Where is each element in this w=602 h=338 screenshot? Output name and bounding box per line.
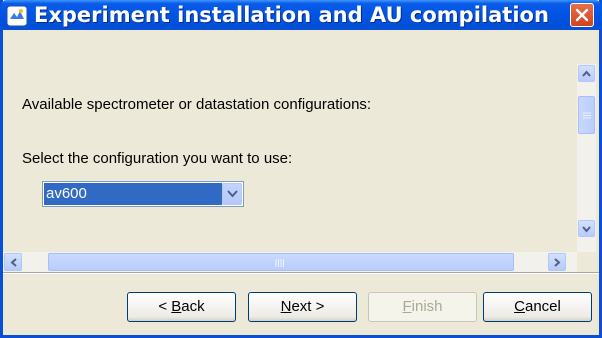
scroll-right-button[interactable]	[548, 253, 566, 271]
finish-button[interactable]: Finish	[368, 292, 477, 322]
back-button-rest: ack	[181, 298, 205, 315]
horizontal-scrollbar[interactable]	[3, 252, 577, 272]
cancel-button[interactable]: Cancel	[483, 292, 592, 322]
scrollbar-corner	[577, 252, 596, 272]
arrow-up-icon	[582, 70, 591, 77]
grip-icon	[583, 112, 591, 119]
next-button-rest: ext >	[291, 298, 325, 315]
window-title: Experiment installation and AU compilati…	[34, 3, 549, 27]
dialog-window: Experiment installation and AU compilati…	[0, 0, 602, 338]
chevron-down-icon	[227, 190, 238, 198]
arrow-right-icon	[554, 258, 561, 267]
grip-icon	[275, 259, 284, 267]
finish-button-rest: inish	[411, 298, 443, 315]
configuration-selected-value: av600	[44, 183, 222, 205]
next-button[interactable]: Next >	[248, 292, 357, 322]
vertical-scrollbar[interactable]	[577, 64, 596, 252]
configuration-dropdown[interactable]: av600	[42, 181, 244, 207]
close-icon	[575, 8, 589, 22]
back-button-mnemonic: B	[171, 298, 182, 315]
available-configurations-label: Available spectrometer or datastation co…	[22, 96, 372, 113]
back-button[interactable]: < Back	[127, 292, 236, 322]
finish-button-mnemonic: F	[402, 298, 412, 315]
scroll-up-button[interactable]	[578, 65, 595, 82]
cancel-button-mnemonic: C	[514, 298, 525, 315]
back-button-prefix: <	[158, 298, 172, 315]
vertical-scroll-thumb[interactable]	[578, 96, 595, 134]
app-icon	[6, 5, 28, 27]
scroll-left-button[interactable]	[4, 253, 22, 271]
select-configuration-label: Select the configuration you want to use…	[22, 150, 293, 167]
scroll-content: Available spectrometer or datastation co…	[3, 30, 577, 252]
close-button[interactable]	[570, 3, 594, 27]
horizontal-scroll-thumb[interactable]	[48, 253, 514, 271]
title-bar[interactable]: Experiment installation and AU compilati…	[0, 0, 602, 30]
cancel-button-rest: ancel	[524, 298, 561, 315]
next-button-mnemonic: N	[280, 298, 292, 315]
arrow-left-icon	[10, 258, 17, 267]
scroll-down-button[interactable]	[578, 220, 595, 237]
arrow-down-icon	[582, 226, 591, 233]
dropdown-button[interactable]	[222, 183, 242, 205]
button-separator	[3, 272, 599, 274]
